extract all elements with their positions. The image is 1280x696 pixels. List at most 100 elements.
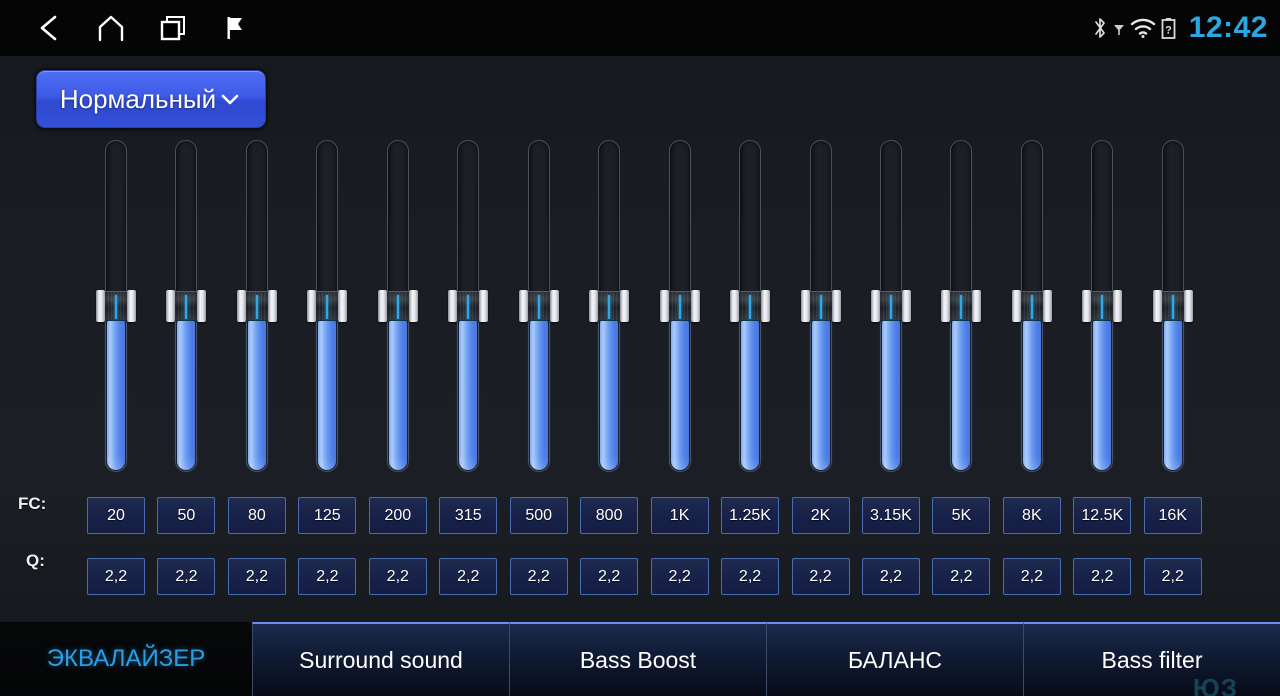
q-value-box[interactable]: 2,2 [580,558,639,595]
eq-slider-800[interactable] [589,140,630,472]
q-value-box[interactable]: 2,2 [157,558,216,595]
slider-fill [177,315,196,470]
tab-эквалайзер[interactable]: ЭКВАЛАЙЗЕР [0,622,252,696]
slider-thumb[interactable] [941,290,982,322]
slider-thumb-cap-right [831,290,841,322]
eq-slider-1.25k[interactable] [730,140,771,472]
fc-value-box[interactable]: 200 [368,497,427,534]
eq-slider-5k[interactable] [941,140,982,472]
slider-thumb-cap-left [518,290,528,322]
fc-value-box[interactable]: 800 [580,497,639,534]
slider-thumb[interactable] [236,290,277,322]
fc-value-box[interactable]: 500 [509,497,568,534]
slider-fill [1093,315,1112,470]
fc-value-box[interactable]: 8K [1002,497,1061,534]
slider-thumb-cap-right [479,290,489,322]
slider-fill [247,315,266,470]
fc-value-box[interactable]: 125 [298,497,357,534]
slider-thumb-cap-left [659,290,669,322]
eq-slider-500[interactable] [518,140,559,472]
eq-slider-200[interactable] [377,140,418,472]
eq-slider-80[interactable] [236,140,277,472]
slider-thumb[interactable] [1082,290,1123,322]
slider-thumb-cap-left [589,290,599,322]
equalizer-sliders [0,0,1280,500]
fc-value-box[interactable]: 5K [932,497,991,534]
slider-thumb-cap-left [377,290,387,322]
eq-slider-2k[interactable] [800,140,841,472]
q-value-box[interactable]: 2,2 [87,558,145,595]
slider-thumb[interactable] [166,290,207,322]
q-value-box[interactable]: 2,2 [1073,558,1132,595]
slider-thumb-body [1091,291,1114,321]
tab-label: Surround sound [299,646,463,673]
eq-slider-50[interactable] [166,140,207,472]
eq-slider-1k[interactable] [659,140,700,472]
slider-thumb-body [527,291,550,321]
slider-thumb[interactable] [1152,290,1193,322]
slider-thumb-body [879,291,902,321]
q-value-box[interactable]: 2,2 [1143,558,1202,595]
eq-slider-12.5k[interactable] [1082,140,1123,472]
q-value-box[interactable]: 2,2 [650,558,709,595]
tab-баланс[interactable]: БАЛАНС [766,622,1023,696]
slider-thumb[interactable] [870,290,911,322]
tab-bass-boost[interactable]: Bass Boost [509,622,766,696]
slider-thumb[interactable] [448,290,489,322]
slider-thumb-cap-left [941,290,951,322]
slider-thumb-cap-left [307,290,317,322]
eq-slider-8k[interactable] [1011,140,1052,472]
equalizer-screen: ? 12:42 Нормальный FC: Q: 20 50 80 125 200 31… [0,0,1280,696]
slider-thumb-body [739,291,762,321]
eq-slider-315[interactable] [448,140,489,472]
slider-thumb-body [105,291,127,321]
fc-value-box[interactable]: 1K [650,497,709,534]
tab-surround-sound[interactable]: Surround sound [252,622,509,696]
slider-thumb-cap-left [166,290,176,322]
q-value-box[interactable]: 2,2 [509,558,568,595]
fc-value-box[interactable]: 16K [1143,497,1202,534]
eq-slider-125[interactable] [307,140,348,472]
q-value-box[interactable]: 2,2 [227,558,286,595]
eq-slider-20[interactable] [96,140,136,472]
fc-row-label: FC: [18,494,47,513]
slider-fill [600,315,619,470]
slider-thumb-cap-right [1183,290,1193,322]
fc-value-box[interactable]: 1.25K [721,497,780,534]
eq-slider-3.15k[interactable] [870,140,911,472]
slider-thumb[interactable] [307,290,348,322]
slider-thumb[interactable] [1011,290,1052,322]
eq-slider-16k[interactable] [1152,140,1193,472]
slider-thumb[interactable] [800,290,841,322]
fc-value-box[interactable]: 20 [87,497,145,534]
fc-value-box[interactable]: 315 [439,497,498,534]
slider-fill [107,315,125,470]
q-value-box[interactable]: 2,2 [1002,558,1061,595]
slider-thumb[interactable] [589,290,630,322]
q-value-box[interactable]: 2,2 [861,558,920,595]
slider-thumb[interactable] [518,290,559,322]
q-value-box[interactable]: 2,2 [721,558,780,595]
fc-value-box[interactable]: 12.5K [1073,497,1132,534]
slider-thumb[interactable] [377,290,418,322]
q-value-box[interactable]: 2,2 [791,558,850,595]
slider-thumb-cap-right [408,290,418,322]
slider-thumb[interactable] [659,290,700,322]
slider-thumb-cap-left [1082,290,1092,322]
fc-value-box[interactable]: 3.15K [861,497,920,534]
slider-thumb[interactable] [96,290,136,322]
q-value-box[interactable]: 2,2 [298,558,357,595]
q-value-box[interactable]: 2,2 [439,558,498,595]
tab-bass-filter[interactable]: Bass filter [1023,622,1280,696]
fc-value-box[interactable]: 50 [157,497,216,534]
slider-thumb[interactable] [730,290,771,322]
slider-thumb-body [598,291,621,321]
fc-value-box[interactable]: 80 [227,497,286,534]
tab-bar: ЭКВАЛАЙЗЕР Surround sound Bass Boost БАЛАНС… [0,622,1280,696]
slider-thumb-body [809,291,832,321]
slider-thumb-cap-right [127,290,136,322]
fc-value-box[interactable]: 2K [791,497,850,534]
q-value-box[interactable]: 2,2 [932,558,991,595]
slider-thumb-cap-right [267,290,277,322]
q-value-box[interactable]: 2,2 [368,558,427,595]
